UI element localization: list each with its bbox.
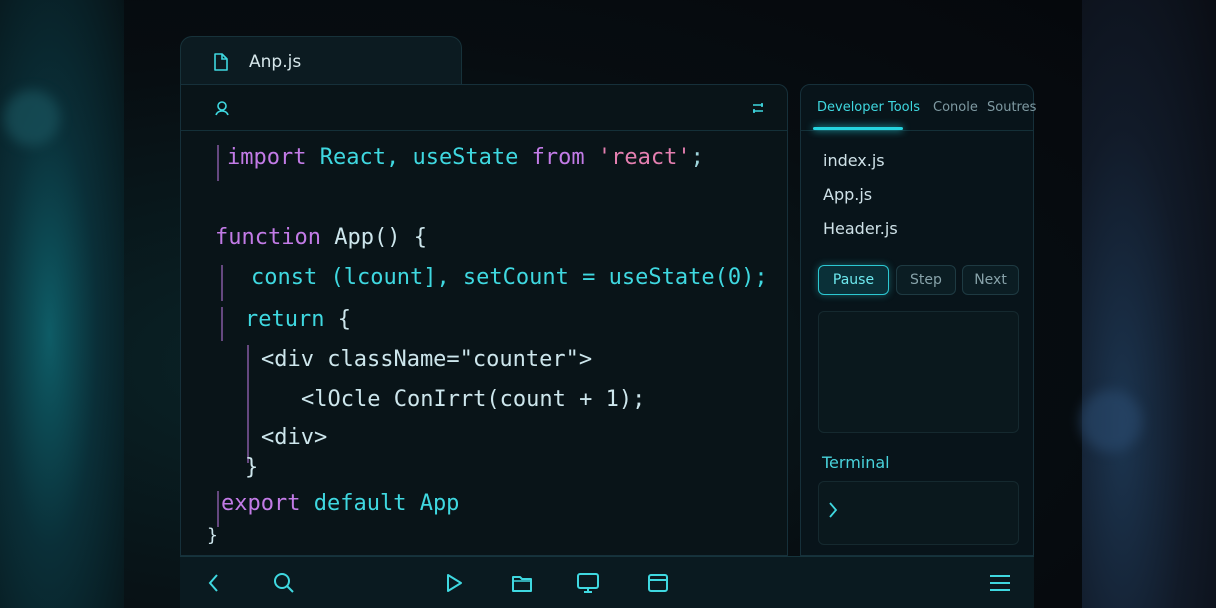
code-line: import React, useState from 'react'; [227, 145, 704, 170]
glow-orb-right [1080, 390, 1142, 452]
indent-guide [217, 491, 219, 527]
code-line: } [245, 455, 259, 480]
indent-guide [247, 345, 249, 463]
tab-developer-tools[interactable]: Developer Tools [817, 100, 920, 115]
indent-guide [217, 145, 219, 181]
bottom-toolbar [180, 556, 1034, 608]
code-line: <lOcle ConIrrt(count + 1); [301, 387, 646, 412]
code-line: <div className="counter"> [261, 347, 593, 372]
background-left [0, 0, 124, 608]
file-icon [213, 52, 229, 71]
search-icon[interactable] [272, 571, 296, 595]
background-right [1082, 0, 1216, 608]
file-tab[interactable]: Anp.js [180, 36, 462, 86]
developer-tools-panel: Developer Tools Conole Soutres index.js … [800, 84, 1036, 556]
devtools-tabs: Developer Tools Conole Soutres [801, 85, 1036, 131]
code-line: export default App [221, 491, 460, 516]
terminal-input[interactable] [818, 481, 1019, 545]
next-button[interactable]: Next [962, 265, 1019, 295]
code-line: const (lcount], setCount = useState(0); [251, 265, 768, 290]
collapse-icon[interactable] [751, 101, 765, 115]
terminal-label: Terminal [822, 453, 890, 472]
file-item-app[interactable]: App.js [823, 185, 872, 204]
chevron-right-icon [827, 500, 839, 520]
code-area[interactable]: import React, useState from 'react'; fun… [181, 131, 787, 555]
tab-console[interactable]: Conole [933, 100, 978, 115]
indent-guide [221, 265, 223, 301]
file-item-index[interactable]: index.js [823, 151, 885, 170]
back-icon[interactable] [202, 571, 226, 595]
pause-button[interactable]: Pause [818, 265, 889, 295]
tab-sources[interactable]: Soutres [987, 100, 1036, 115]
code-editor[interactable]: import React, useState from 'react'; fun… [180, 84, 788, 556]
user-icon[interactable] [213, 99, 231, 117]
play-icon[interactable] [442, 571, 466, 595]
folder-icon[interactable] [510, 571, 534, 595]
output-panel [818, 311, 1019, 433]
file-item-header[interactable]: Header.js [823, 219, 898, 238]
menu-icon[interactable] [988, 571, 1012, 595]
code-line: <div> [261, 425, 328, 450]
indent-guide [221, 307, 223, 341]
step-button[interactable]: Step [896, 265, 956, 295]
code-line: } [207, 525, 218, 546]
window-icon[interactable] [646, 571, 670, 595]
file-tab-label: Anp.js [249, 51, 302, 72]
code-line: function App() { [215, 225, 427, 250]
monitor-icon[interactable] [576, 571, 600, 595]
code-line: return { [245, 307, 351, 332]
glow-orb-left [4, 90, 60, 146]
editor-header [181, 85, 787, 131]
active-tab-indicator [813, 127, 903, 130]
